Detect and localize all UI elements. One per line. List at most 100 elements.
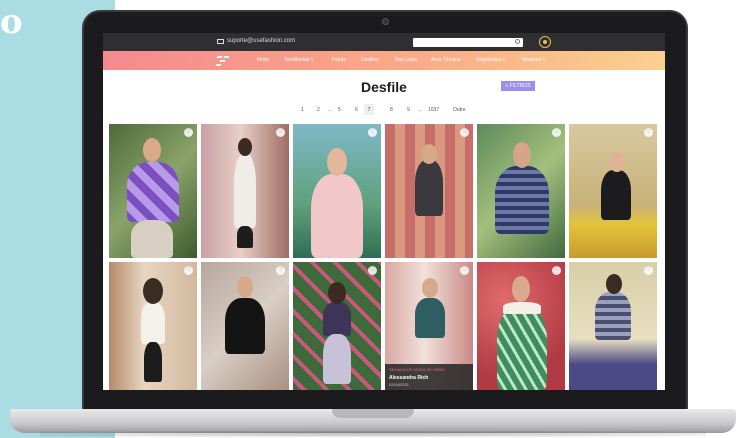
- nav-item-area-tecnica[interactable]: Area Técnica: [431, 57, 460, 63]
- runway-photo: [477, 262, 565, 390]
- garment-shape: [415, 160, 443, 216]
- nav-label: Segmentos: [476, 57, 502, 63]
- laptop-base: [10, 409, 736, 433]
- model-head: [512, 276, 530, 302]
- caption-date: 02/04/2021: [389, 382, 410, 387]
- filter-label: FILTROS: [509, 83, 531, 89]
- garment-shape: [131, 220, 173, 258]
- filter-button[interactable]: ≡ FILTROS: [501, 81, 535, 91]
- nav-item-imagens[interactable]: Imagens ˅: [522, 57, 546, 63]
- garment-shape: [144, 342, 162, 382]
- runway-photo: [569, 262, 657, 390]
- runway-photo: [109, 124, 197, 258]
- laptop-notch: [332, 409, 414, 418]
- favorite-heart-icon[interactable]: ♡: [368, 266, 377, 275]
- runway-look-card[interactable]: ♡: [109, 124, 197, 258]
- favorite-heart-icon[interactable]: ♡: [276, 128, 285, 137]
- top-bar: suporte@usefashion.com: [103, 33, 665, 51]
- favorite-heart-icon[interactable]: ♡: [368, 128, 377, 137]
- support-email[interactable]: suporte@usefashion.com: [217, 38, 295, 44]
- nav-item-segmentos[interactable]: Segmentos ˅: [476, 57, 506, 63]
- garment-shape: [495, 166, 549, 234]
- laptop-shadow: [40, 431, 706, 437]
- nav-item-tendencias[interactable]: Tendências ˅: [284, 57, 314, 63]
- model-head: [421, 144, 437, 164]
- runway-look-card[interactable]: ♡: [477, 262, 565, 390]
- site-logo[interactable]: [215, 54, 231, 67]
- page-link-8[interactable]: 8: [390, 107, 393, 113]
- runway-look-card[interactable]: ♡: [293, 262, 381, 390]
- runway-look-card[interactable]: ♡: [569, 124, 657, 258]
- nav-item-nas-lojas[interactable]: Nas Lojas: [395, 57, 417, 63]
- model-head: [513, 142, 531, 168]
- page-ellipsis: ...: [418, 107, 423, 113]
- caption-designer: Alessandra Rich: [389, 375, 429, 381]
- background-letter: o: [0, 2, 23, 42]
- garment-shape: [234, 154, 256, 228]
- model-head: [143, 278, 163, 304]
- nav-label: Imagens: [522, 57, 542, 63]
- favorite-heart-icon[interactable]: ♡: [460, 128, 469, 137]
- model-head: [238, 138, 252, 156]
- model-head: [609, 152, 625, 172]
- garment-shape: [237, 226, 253, 248]
- mail-icon: [217, 38, 224, 44]
- search-input[interactable]: [413, 38, 523, 47]
- runway-photo: [477, 124, 565, 258]
- garment-shape: [127, 162, 179, 222]
- garment-shape: [601, 170, 631, 220]
- camera-icon: [382, 18, 389, 25]
- page-link-2[interactable]: 2: [317, 107, 320, 113]
- page-link-last[interactable]: 1037: [428, 107, 439, 113]
- garment-shape: [323, 334, 351, 384]
- favorite-heart-icon[interactable]: ♡: [644, 128, 653, 137]
- website-screen: suporte@usefashion.com Início Tendências…: [103, 33, 665, 390]
- model-head: [143, 138, 161, 162]
- favorite-heart-icon[interactable]: ♡: [552, 266, 561, 275]
- runway-look-card[interactable]: ♡: [477, 124, 565, 258]
- runway-look-card[interactable]: ♡: [385, 124, 473, 258]
- user-icon[interactable]: [539, 36, 551, 48]
- favorite-heart-icon[interactable]: ♡: [184, 266, 193, 275]
- garment-shape: [415, 298, 445, 338]
- garment-shape: [311, 174, 363, 258]
- runway-look-card[interactable]: ♡: [569, 262, 657, 390]
- garment-shape: [225, 298, 265, 354]
- page-title: Desfile: [361, 79, 407, 95]
- favorite-heart-icon[interactable]: ♡: [276, 266, 285, 275]
- runway-photo: [569, 124, 657, 258]
- model-head: [422, 278, 438, 298]
- runway-photo: [385, 124, 473, 258]
- garment-shape: [503, 302, 541, 314]
- nav-item-feiras[interactable]: Feiras: [332, 57, 346, 63]
- model-head: [237, 276, 253, 298]
- favorite-heart-icon[interactable]: ♡: [552, 128, 561, 137]
- model-head: [328, 282, 346, 304]
- page-link-1[interactable]: 1: [301, 107, 304, 113]
- search-icon[interactable]: [515, 39, 520, 44]
- favorite-heart-icon[interactable]: ♡: [644, 266, 653, 275]
- nav-item-desfiles[interactable]: Desfiles: [361, 57, 379, 63]
- favorite-heart-icon[interactable]: ♡: [184, 128, 193, 137]
- runway-look-card[interactable]: ♡: [109, 262, 197, 390]
- garment-shape: [323, 302, 351, 336]
- runway-photo: [201, 262, 289, 390]
- page-link-6[interactable]: 6: [355, 107, 358, 113]
- page-link-9[interactable]: 9: [407, 107, 410, 113]
- runway-photo: [293, 124, 381, 258]
- nav-label: Tendências: [284, 57, 310, 63]
- page-ellipsis: ...: [328, 107, 333, 113]
- favorite-heart-icon[interactable]: ♡: [460, 266, 469, 275]
- runway-look-card[interactable]: ♡: [293, 124, 381, 258]
- page-link-next[interactable]: Outre: [453, 107, 466, 113]
- page-link-5[interactable]: 5: [338, 107, 341, 113]
- runway-photo: [201, 124, 289, 258]
- nav-item-inicio[interactable]: Início: [257, 57, 269, 63]
- garment-shape: [497, 306, 547, 390]
- runway-look-card[interactable]: ♡: [201, 124, 289, 258]
- runway-look-card[interactable]: ♡: [201, 262, 289, 390]
- page-link-active[interactable]: 7: [364, 104, 374, 115]
- model-head: [606, 274, 622, 294]
- runway-look-card[interactable]: SEMANA DE MODA DE PARIS Alessandra Rich …: [385, 262, 473, 390]
- runway-photo: [109, 262, 197, 390]
